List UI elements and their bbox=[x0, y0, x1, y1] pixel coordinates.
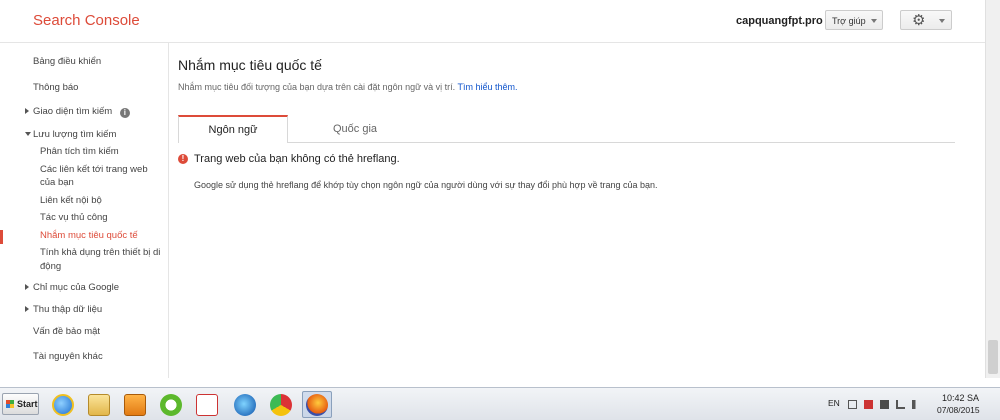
browser-e-icon[interactable] bbox=[234, 394, 256, 416]
page-description: Nhắm mục tiêu đối tượng của bạn dựa trên… bbox=[178, 82, 518, 92]
sidebar-item-label: Chỉ mục của Google bbox=[33, 282, 120, 293]
gear-icon: ⚙ bbox=[912, 12, 926, 29]
chrome-icon[interactable] bbox=[270, 394, 292, 416]
tab-language[interactable]: Ngôn ngữ bbox=[178, 115, 288, 143]
sidebar-item-search-analytics[interactable]: Phân tích tìm kiếm bbox=[40, 146, 119, 157]
sidebar-item-mobile-usability[interactable]: Tính khả dụng trên thiết bị di bbox=[40, 247, 160, 258]
tray-icon[interactable] bbox=[880, 400, 889, 409]
firefox-icon[interactable] bbox=[306, 394, 328, 416]
sidebar-item-google-index[interactable]: Chỉ mục của Google bbox=[25, 282, 120, 293]
start-button[interactable]: Start bbox=[2, 393, 39, 415]
sidebar-item-search-traffic[interactable]: Lưu lượng tìm kiếm bbox=[25, 129, 117, 140]
sidebar-item-label: Lưu lượng tìm kiếm bbox=[33, 129, 117, 140]
chevron-right-icon bbox=[25, 284, 29, 290]
chevron-down-icon bbox=[871, 19, 877, 23]
sidebar-item-dashboard[interactable]: Bảng điều khiển bbox=[33, 56, 101, 67]
file-explorer-icon[interactable] bbox=[88, 394, 110, 416]
app-logo[interactable]: Search Console bbox=[33, 12, 140, 29]
sidebar-item-search-appearance[interactable]: Giao diện tìm kiếm i bbox=[25, 106, 130, 118]
warning-message: Trang web của bạn không có thẻ hreflang. bbox=[194, 153, 400, 165]
top-header: Search Console capquangfpt.pro Trợ giúp … bbox=[0, 0, 985, 43]
info-icon[interactable]: i bbox=[119, 108, 130, 118]
help-button-label: Trợ giúp bbox=[832, 16, 866, 26]
network-icon[interactable] bbox=[896, 400, 905, 409]
clock-time[interactable]: 10:42 SA bbox=[942, 393, 979, 403]
warning-icon: ! bbox=[178, 154, 188, 164]
chevron-right-icon bbox=[25, 306, 29, 312]
tabs-divider bbox=[178, 142, 955, 143]
tab-country[interactable]: Quốc gia bbox=[300, 115, 410, 143]
sidebar-item-other-resources[interactable]: Tài nguyên khác bbox=[33, 351, 103, 362]
language-indicator[interactable]: EN bbox=[828, 398, 840, 408]
tray-icon[interactable] bbox=[848, 400, 857, 409]
volume-icon[interactable] bbox=[912, 400, 921, 409]
sidebar-item-international-targeting[interactable]: Nhắm mục tiêu quốc tế bbox=[40, 230, 138, 241]
sidebar-item-mobile-usability-cont[interactable]: động bbox=[40, 261, 61, 272]
page-scrollbar[interactable] bbox=[985, 0, 1000, 378]
sidebar-item-links-to-site[interactable]: Các liên kết tới trang web bbox=[40, 164, 148, 175]
unikey-icon[interactable] bbox=[196, 394, 218, 416]
scrollbar-thumb[interactable] bbox=[988, 340, 998, 374]
sidebar-item-messages[interactable]: Thông báo bbox=[33, 82, 78, 93]
tray-icon[interactable] bbox=[864, 400, 873, 409]
sidebar-item-manual-actions[interactable]: Tác vụ thủ công bbox=[40, 212, 108, 223]
settings-button[interactable]: ⚙ bbox=[900, 10, 952, 30]
sidebar-item-label: Thu thập dữ liệu bbox=[33, 304, 103, 315]
start-label: Start bbox=[17, 399, 38, 409]
sidebar-item-internal-links[interactable]: Liên kết nội bộ bbox=[40, 195, 102, 206]
sidebar-item-crawl[interactable]: Thu thập dữ liệu bbox=[25, 304, 103, 315]
help-button[interactable]: Trợ giúp bbox=[825, 10, 883, 30]
chevron-down-icon bbox=[25, 132, 31, 136]
coc-coc-browser-icon[interactable] bbox=[160, 394, 182, 416]
info-message: Google sử dụng thẻ hreflang để khớp tùy … bbox=[194, 180, 658, 190]
chevron-right-icon bbox=[25, 108, 29, 114]
chevron-down-icon bbox=[939, 19, 945, 23]
windows-logo-icon bbox=[6, 400, 14, 408]
page-title: Nhắm mục tiêu quốc tế bbox=[178, 57, 322, 73]
site-name: capquangfpt.pro bbox=[736, 15, 823, 27]
active-indicator bbox=[0, 230, 3, 244]
sidebar: Bảng điều khiển Thông báo Giao diện tìm … bbox=[0, 43, 169, 378]
sidebar-item-security-issues[interactable]: Vấn đề bảo mật bbox=[33, 326, 100, 337]
internet-explorer-icon[interactable] bbox=[52, 394, 74, 416]
sidebar-item-label: Giao diện tìm kiếm bbox=[33, 106, 113, 117]
taskbar: Start EN 10:42 SA 07/08/2015 bbox=[0, 387, 1000, 420]
learn-more-link[interactable]: Tìm hiểu thêm. bbox=[457, 82, 517, 92]
sidebar-item-links-to-site-cont[interactable]: của bạn bbox=[40, 177, 74, 188]
media-player-icon[interactable] bbox=[124, 394, 146, 416]
description-text: Nhắm mục tiêu đối tượng của bạn dựa trên… bbox=[178, 82, 456, 92]
clock-date[interactable]: 07/08/2015 bbox=[937, 405, 980, 415]
